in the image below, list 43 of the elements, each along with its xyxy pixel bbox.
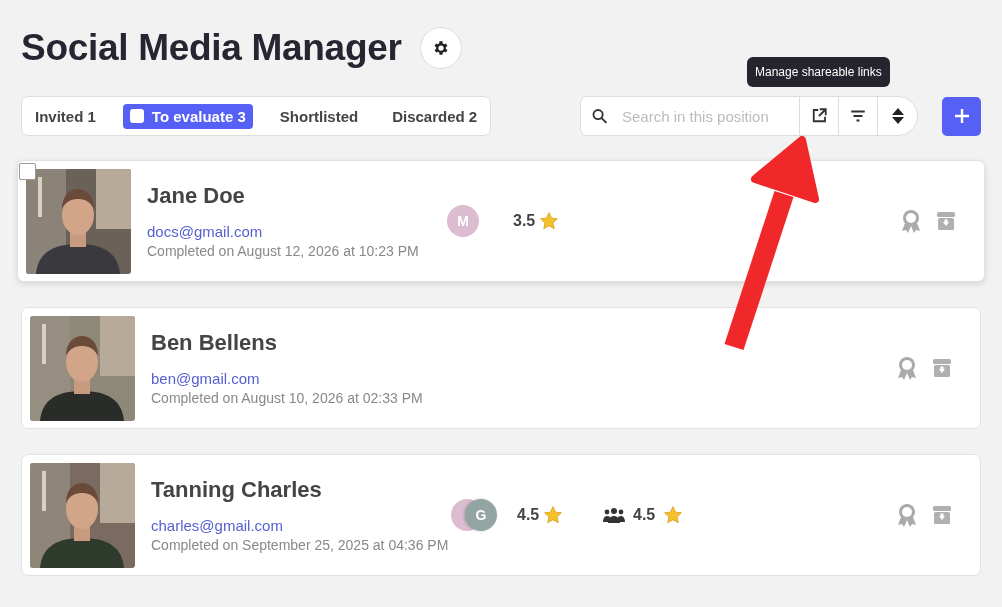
add-button[interactable] <box>942 96 981 136</box>
email-link[interactable]: charles@gmail.com <box>151 517 451 534</box>
award-icon <box>896 355 918 381</box>
completion-date: Completed on September 25, 2025 at 04:36 PM <box>151 537 450 553</box>
star-icon <box>543 505 564 525</box>
tab[interactable]: Invited 1 <box>28 103 103 129</box>
shortlist-button[interactable] <box>900 208 922 234</box>
plus-icon <box>953 108 970 124</box>
star-icon <box>663 505 684 525</box>
archive-icon <box>936 211 956 231</box>
candidate-card[interactable]: Ben Bellens ben@gmail.com Completed on August 10, 2026 at 02:33 PM <box>21 307 981 429</box>
shortlist-button[interactable] <box>896 355 918 381</box>
reviewer-avatar: M <box>447 205 479 237</box>
award-icon <box>896 502 918 528</box>
rating-value: 4.5 <box>517 506 540 524</box>
award-icon <box>900 208 922 234</box>
archive-icon <box>932 505 952 525</box>
candidate-name: Tanning Charles <box>151 477 323 503</box>
shortlist-button[interactable] <box>896 502 918 528</box>
sort-icon <box>890 107 905 125</box>
external-link-icon <box>810 107 828 125</box>
tab[interactable]: Discarded 2 <box>385 103 485 129</box>
tab[interactable]: Shortlisted <box>272 103 366 129</box>
team-rating-value: 4.5 <box>633 506 656 524</box>
page-title: Social Media Manager <box>21 27 402 69</box>
candidate-name: Ben Bellens <box>151 330 278 356</box>
archive-icon <box>932 358 952 378</box>
team-icon <box>603 507 625 523</box>
settings-button[interactable] <box>419 27 462 69</box>
candidate-card[interactable]: Jane Doe docs@gmail.com Completed on August 12, 2026 at 10:23 PM M 3.5 <box>17 160 985 282</box>
email-link[interactable]: ben@gmail.com <box>151 370 451 387</box>
candidate-card[interactable]: Tanning Charles charles@gmail.com Completed on September 25, 2025 at 04:36 PM G 4.5 4.5 <box>21 454 981 576</box>
tooltip: Manage shareable links <box>747 57 890 87</box>
completion-date: Completed on August 10, 2026 at 02:33 PM <box>151 390 424 406</box>
search-icon <box>591 107 608 125</box>
completion-date: Completed on August 12, 2026 at 10:23 PM <box>147 243 420 259</box>
star-icon <box>539 211 560 231</box>
tab[interactable]: To evaluate 3 <box>122 103 253 129</box>
reviewer-avatar: G <box>465 499 497 531</box>
checkbox[interactable] <box>19 162 36 180</box>
candidate-name: Jane Doe <box>147 183 246 209</box>
rating-value: 3.5 <box>513 212 536 230</box>
email-link[interactable]: docs@gmail.com <box>147 223 447 240</box>
